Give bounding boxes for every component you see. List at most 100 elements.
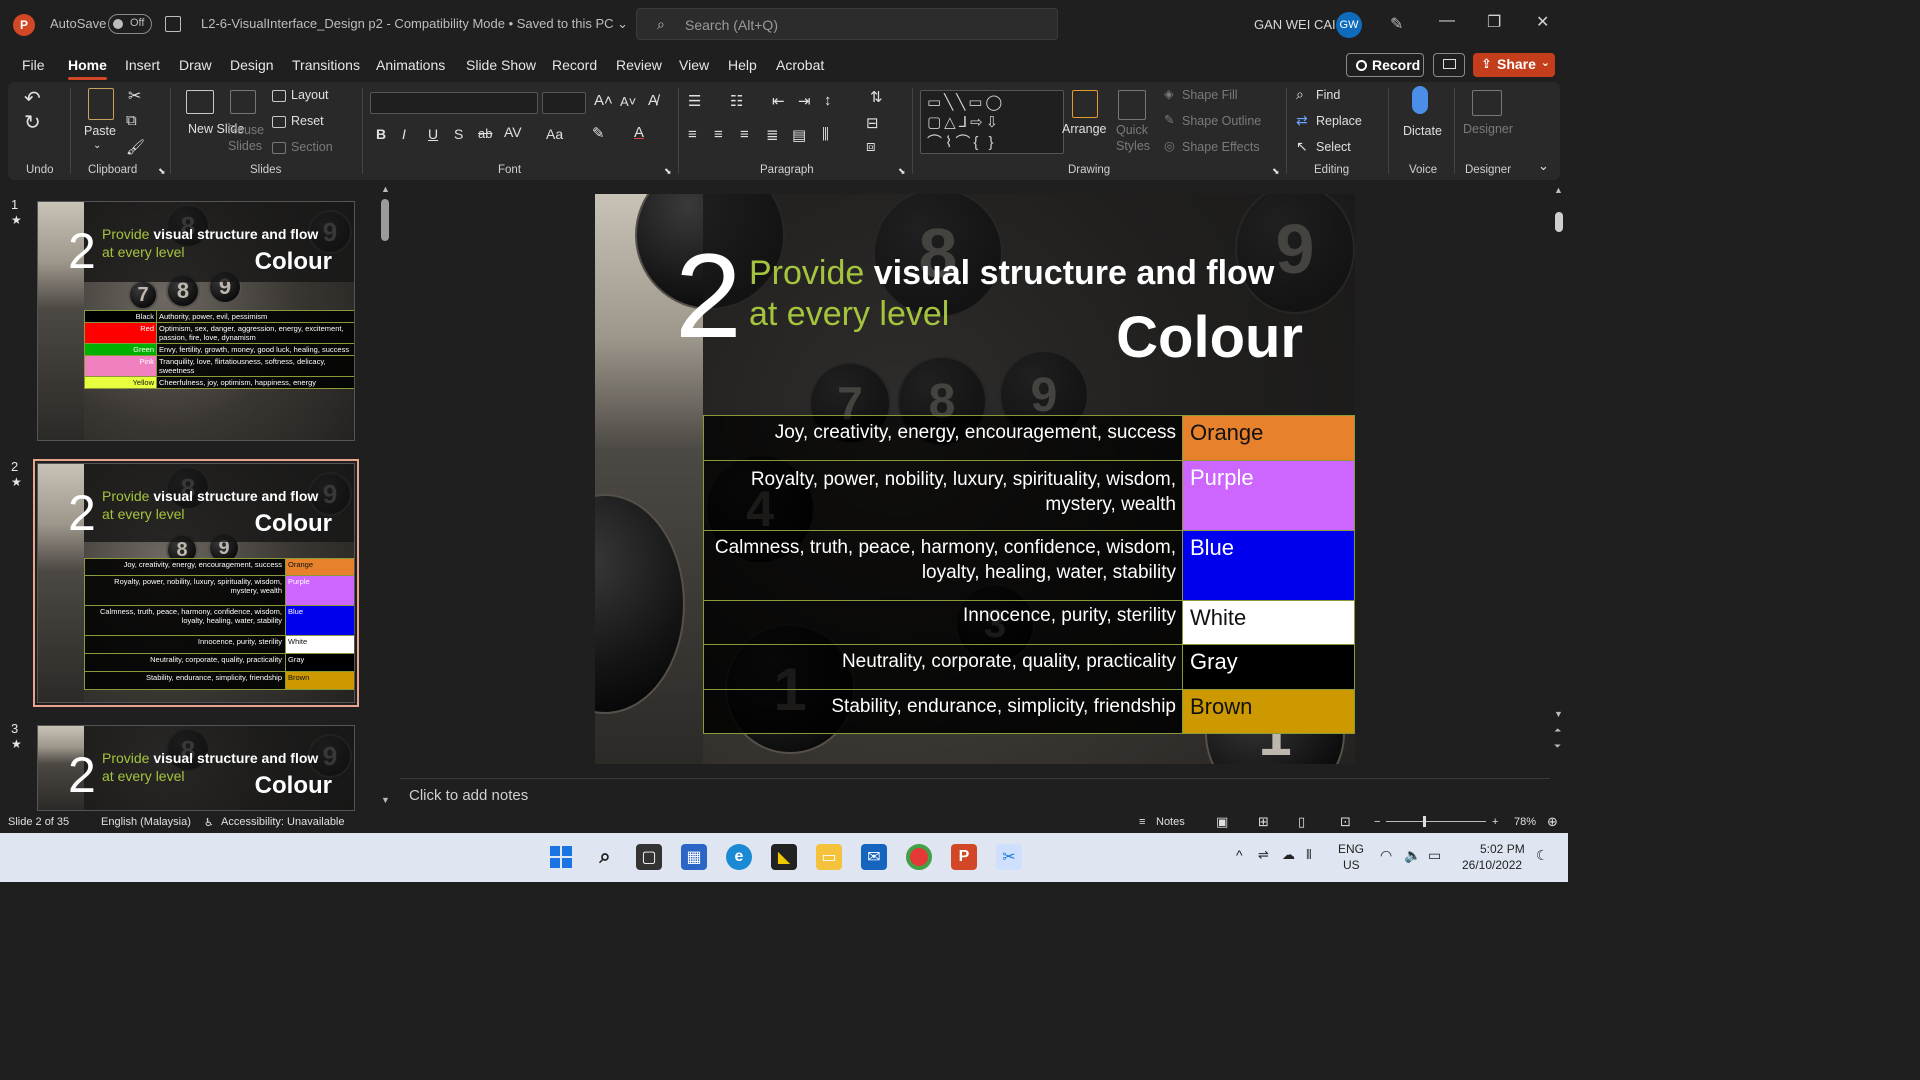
search-input[interactable]: ⌕ Search (Alt+Q) xyxy=(636,8,1058,40)
line-spacing-icon[interactable]: ↕ xyxy=(824,92,832,109)
close-icon[interactable]: ✕ xyxy=(1536,12,1549,32)
current-slide[interactable]: 8 9 7 8 9 4 3 1 1 2 Provide visual struc… xyxy=(595,194,1355,764)
cloud-icon[interactable]: ☁ xyxy=(1282,847,1295,863)
next-slide-icon[interactable]: ⏷ xyxy=(1554,741,1561,752)
zoom-slider-thumb[interactable] xyxy=(1423,816,1426,827)
autosave-toggle[interactable]: Off xyxy=(108,14,152,34)
replace-button[interactable]: Replace xyxy=(1316,114,1362,128)
scroll-up-icon[interactable]: ▲ xyxy=(381,184,390,194)
tab-record[interactable]: Record xyxy=(552,57,597,73)
decrease-indent-icon[interactable]: ⇤ xyxy=(772,92,785,110)
start-icon[interactable] xyxy=(548,844,574,870)
dialog-launcher-icon[interactable]: ⬊ xyxy=(664,166,672,177)
language-top[interactable]: ENG xyxy=(1338,842,1364,856)
focus-moon-icon[interactable]: ☾ xyxy=(1536,847,1549,864)
new-slide-icon[interactable] xyxy=(186,90,214,114)
editor-scrollbar[interactable]: ▲ ▼ ⏶ ⏷ xyxy=(1552,185,1566,811)
reset-button[interactable]: Reset xyxy=(291,114,324,128)
scroll-down-icon[interactable]: ▼ xyxy=(1554,709,1563,719)
zoom-slider[interactable] xyxy=(1386,821,1486,822)
task-view-icon[interactable]: ▢ xyxy=(636,844,662,870)
shapes-gallery[interactable]: ▭╲╲▭◯ ▢△⅃⇨⇩ ⌒⌇⌒{ } xyxy=(920,90,1064,154)
grow-font-icon[interactable]: A˄ xyxy=(594,92,613,109)
shadow-icon[interactable]: S xyxy=(454,126,463,142)
format-painter-icon[interactable]: 🖌 xyxy=(126,138,145,156)
tab-view[interactable]: View xyxy=(679,57,709,73)
meet-icon[interactable]: ⦀ xyxy=(1306,847,1312,863)
character-spacing-icon[interactable]: AV xyxy=(504,124,522,140)
wifi-icon[interactable]: ◠ xyxy=(1380,847,1392,864)
network-adapter-icon[interactable]: ⇌ xyxy=(1258,847,1269,863)
notes-toggle[interactable]: Notes xyxy=(1156,816,1185,828)
smartart-icon[interactable]: ⧈ xyxy=(866,138,876,155)
layout-button[interactable]: Layout xyxy=(291,88,329,102)
clock-time[interactable]: 5:02 PM xyxy=(1480,842,1525,856)
bold-icon[interactable]: B xyxy=(376,126,386,142)
previous-slide-icon[interactable]: ⏶ xyxy=(1554,725,1561,736)
zoom-out-icon[interactable]: − xyxy=(1374,816,1380,828)
redo-icon[interactable]: ↻ xyxy=(24,110,41,135)
scroll-thumb[interactable] xyxy=(1555,212,1563,232)
slide-thumbnail-3[interactable]: 8 9 2 Provide visual structure and flow … xyxy=(37,725,355,811)
paste-icon[interactable] xyxy=(88,88,114,120)
edge-icon[interactable]: e xyxy=(726,844,752,870)
fit-slide-icon[interactable]: ⊕ xyxy=(1547,814,1558,830)
tab-insert[interactable]: Insert xyxy=(125,57,160,73)
cut-icon[interactable]: ✂ xyxy=(128,86,141,106)
avatar[interactable]: GW xyxy=(1336,12,1362,38)
arrange-icon[interactable] xyxy=(1072,90,1098,118)
align-text-icon[interactable]: ⊟ xyxy=(866,114,879,132)
underline-icon[interactable]: U xyxy=(428,126,438,142)
comments-button[interactable] xyxy=(1433,53,1465,77)
thumbnail-scrollbar[interactable]: ▲ ▼ xyxy=(380,184,390,807)
language-indicator[interactable]: English (Malaysia) xyxy=(101,816,191,828)
columns-icon[interactable]: ⫼ xyxy=(822,126,829,143)
italic-icon[interactable]: I xyxy=(402,126,406,142)
volume-icon[interactable]: 🔈 xyxy=(1404,847,1421,864)
slide-thumbnail-2[interactable]: 8 9 8 9 2 Provide visual structure and f… xyxy=(33,459,359,707)
font-color-icon[interactable]: A xyxy=(634,124,644,141)
save-icon[interactable] xyxy=(165,16,181,32)
accessibility-status[interactable]: Accessibility: Unavailable xyxy=(221,816,345,828)
slide-sorter-icon[interactable]: ⊞ xyxy=(1258,814,1269,830)
arrange-label[interactable]: Arrange xyxy=(1062,122,1106,136)
document-title[interactable]: L2-6-VisualInterface_Design p2 - Compati… xyxy=(201,16,628,32)
zoom-level[interactable]: 78% xyxy=(1514,816,1536,828)
strikethrough-icon[interactable]: ab xyxy=(478,126,492,141)
highlight-icon[interactable]: ✎ xyxy=(592,124,605,142)
slide-thumbnail-1[interactable]: 8 9 7 8 9 2 Provide visual structure and… xyxy=(37,201,355,441)
tab-home[interactable]: Home xyxy=(68,57,107,80)
sticky-notes-icon[interactable]: ◣ xyxy=(771,844,797,870)
justify-icon[interactable]: ≣ xyxy=(766,126,779,144)
select-button[interactable]: Select xyxy=(1316,140,1351,154)
numbering-icon[interactable]: ☷ xyxy=(730,92,743,110)
mail-icon[interactable]: ✉ xyxy=(861,844,887,870)
tab-transitions[interactable]: Transitions xyxy=(292,57,360,73)
scroll-up-icon[interactable]: ▲ xyxy=(1554,185,1563,195)
distributed-icon[interactable]: ▤ xyxy=(792,126,806,144)
chevron-up-icon[interactable]: ^ xyxy=(1236,847,1243,863)
dictate-button[interactable]: Dictate xyxy=(1403,124,1442,138)
tab-slide-show[interactable]: Slide Show xyxy=(466,57,536,73)
change-case-icon[interactable]: Aa xyxy=(546,126,563,142)
snipping-tool-icon[interactable]: ✂ xyxy=(996,844,1022,870)
chrome-icon[interactable] xyxy=(906,844,932,870)
align-left-icon[interactable]: ≡ xyxy=(688,126,697,143)
store-icon[interactable]: ▦ xyxy=(681,844,707,870)
restore-icon[interactable]: ❐ xyxy=(1487,12,1501,32)
share-button[interactable]: ⇪ Share ⌄ xyxy=(1473,53,1555,77)
tab-design[interactable]: Design xyxy=(230,57,274,73)
notes-pane[interactable]: Click to add notes xyxy=(400,778,1550,811)
tab-acrobat[interactable]: Acrobat xyxy=(776,57,824,73)
slideshow-icon[interactable]: ⊡ xyxy=(1340,814,1351,830)
tab-review[interactable]: Review xyxy=(616,57,662,73)
tab-file[interactable]: File xyxy=(22,57,45,73)
clock-date[interactable]: 26/10/2022 xyxy=(1462,858,1522,872)
powerpoint-taskbar-icon[interactable]: P xyxy=(951,844,977,870)
tab-animations[interactable]: Animations xyxy=(376,57,445,73)
chevron-down-icon[interactable]: ⌄ xyxy=(1541,56,1550,69)
undo-icon[interactable]: ↶ xyxy=(24,86,41,111)
align-center-icon[interactable]: ≡ xyxy=(714,126,723,143)
tab-help[interactable]: Help xyxy=(728,57,757,73)
search-icon[interactable]: ⌕ xyxy=(592,844,618,870)
